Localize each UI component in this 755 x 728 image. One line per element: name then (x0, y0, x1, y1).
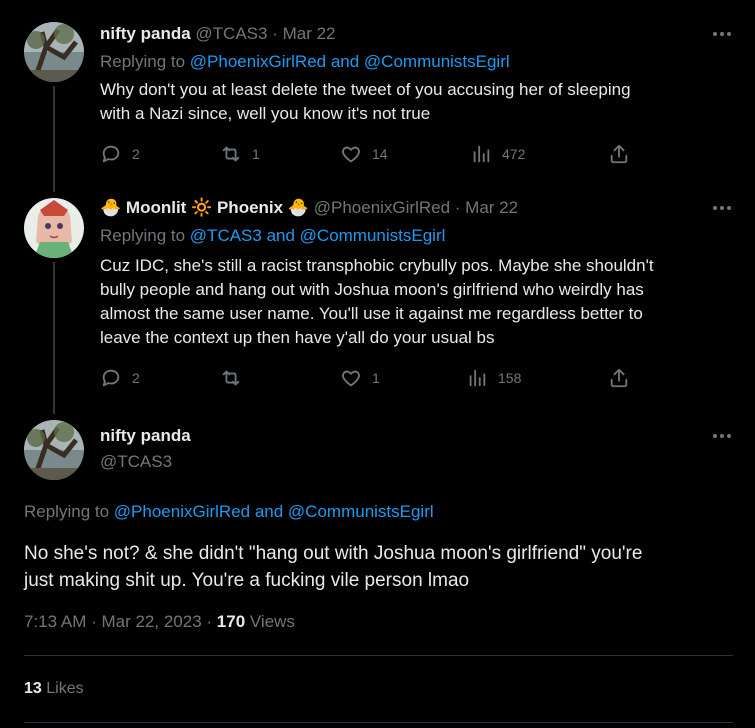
handle[interactable]: @TCAS3 (100, 452, 172, 472)
tweet-text-line: almost the same user name. You'll use it… (100, 304, 643, 323)
display-name-part: Phoenix (216, 198, 284, 217)
reply-button[interactable]: 2 (100, 367, 140, 389)
tweet-header: 🐣 Moonlit 🔆 Phoenix 🐣 @PhoenixGirlRed · … (100, 198, 518, 218)
divider (24, 722, 733, 723)
replying-label: Replying to (100, 226, 186, 245)
display-name-part: Moonlit (125, 198, 187, 217)
reply-count: 2 (132, 146, 140, 162)
tweet-header: nifty panda @TCAS3 · Mar 22 (100, 24, 336, 44)
avatar[interactable] (24, 198, 84, 258)
views-button[interactable]: 472 (470, 143, 525, 165)
divider (24, 655, 733, 656)
tweet-text-line: No she's not? & she didn't "hang out wit… (24, 543, 643, 564)
like-button[interactable]: 1 (340, 367, 380, 389)
more-button[interactable] (711, 432, 733, 440)
like-icon (342, 370, 360, 387)
chick-emoji: 🐣 (287, 198, 309, 217)
share-button[interactable] (608, 143, 630, 165)
likes-count: 13 (24, 680, 42, 697)
like-icon (342, 146, 360, 163)
replying-to-handles[interactable]: @TCAS3 and @CommunistsEgirl (190, 226, 446, 245)
views-icon (469, 369, 486, 387)
avatar[interactable] (24, 22, 84, 82)
handle[interactable]: @PhoenixGirlRed (314, 198, 450, 217)
tweet-date[interactable]: · Mar 22 (272, 24, 335, 43)
tweet-actions: 2 1 158 (100, 367, 640, 391)
replying-to: Replying to @TCAS3 and @CommunistsEgirl (100, 226, 445, 246)
thread-line (53, 262, 55, 414)
avatar[interactable] (24, 420, 84, 480)
tweet-text-line: bully people and hang out with Joshua mo… (100, 280, 644, 299)
like-button[interactable]: 14 (340, 143, 388, 165)
likes-label: Likes (46, 680, 84, 697)
likes-stat[interactable]: 13 Likes (24, 680, 84, 698)
sun-emoji: 🔆 (191, 198, 213, 217)
views-count: 472 (502, 146, 526, 162)
timestamp[interactable]: 7:13 AM · Mar 22, 2023 · (24, 612, 212, 631)
display-name[interactable]: 🐣 Moonlit 🔆 Phoenix 🐣 (100, 198, 314, 217)
chick-emoji: 🐣 (100, 198, 122, 217)
like-count: 14 (372, 146, 388, 162)
handle[interactable]: @TCAS3 (195, 24, 267, 43)
views-count: 170 (216, 612, 246, 631)
display-name[interactable]: nifty panda (100, 24, 191, 43)
tweet-text-line: leave the context up then have y'all do … (100, 328, 495, 347)
replying-label: Replying to (100, 52, 186, 71)
reply-count: 2 (132, 370, 140, 386)
tweet-text-line: with a Nazi since, well you know it's no… (100, 104, 431, 123)
tweet-text: No she's not? & she didn't "hang out wit… (24, 540, 642, 594)
views-button[interactable]: 158 (466, 367, 521, 389)
tweet-meta: 7:13 AM · Mar 22, 2023 · 170 Views (24, 612, 295, 632)
thread-line (53, 86, 55, 192)
like-count: 1 (372, 370, 380, 386)
views-count: 158 (498, 370, 522, 386)
share-icon (610, 368, 628, 388)
share-button[interactable] (608, 367, 630, 389)
replying-to: Replying to @PhoenixGirlRed and @Communi… (100, 52, 510, 72)
display-name[interactable]: nifty panda (100, 426, 191, 446)
replying-label: Replying to (24, 502, 110, 521)
tweet-text-line: just making shit up. You're a fucking vi… (24, 570, 470, 591)
tweet-text-line: Why don't you at least delete the tweet … (100, 80, 631, 99)
tweet-date[interactable]: · Mar 22 (455, 198, 518, 217)
retweet-icon (222, 370, 240, 386)
reply-button[interactable]: 2 (100, 143, 140, 165)
retweet-count: 1 (252, 146, 260, 162)
share-icon (610, 144, 628, 164)
views-icon (473, 145, 490, 163)
tweet-text-line: Cuz IDC, she's still a racist transphobi… (100, 256, 654, 275)
replying-to: Replying to @PhoenixGirlRed and @Communi… (24, 502, 434, 522)
replying-to-handles[interactable]: @PhoenixGirlRed and @CommunistsEgirl (190, 52, 510, 71)
retweet-button[interactable] (220, 367, 252, 389)
more-button[interactable] (711, 30, 733, 38)
retweet-button[interactable]: 1 (220, 143, 260, 165)
reply-icon (102, 369, 120, 387)
retweet-icon (222, 146, 240, 162)
replying-to-handles[interactable]: @PhoenixGirlRed and @CommunistsEgirl (114, 502, 434, 521)
tweet-actions: 2 1 14 472 (100, 143, 640, 167)
more-button[interactable] (711, 204, 733, 212)
views-label: Views (249, 612, 295, 631)
reply-icon (102, 145, 120, 163)
tweet-text: Cuz IDC, she's still a racist transphobi… (100, 254, 654, 350)
tweet-text: Why don't you at least delete the tweet … (100, 78, 631, 126)
